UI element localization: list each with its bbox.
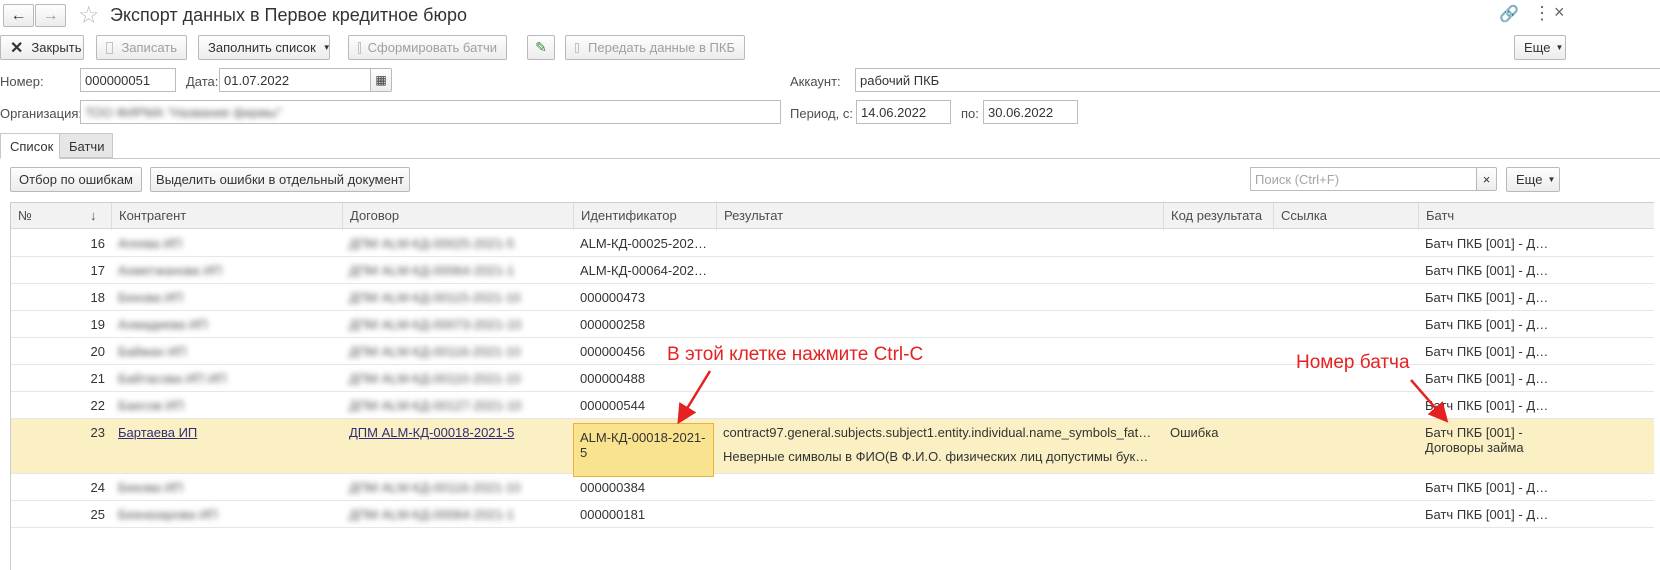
arrow-to-cell [677, 370, 712, 425]
arrow-to-batch [1410, 379, 1449, 423]
annotation-arrows [677, 370, 1449, 425]
